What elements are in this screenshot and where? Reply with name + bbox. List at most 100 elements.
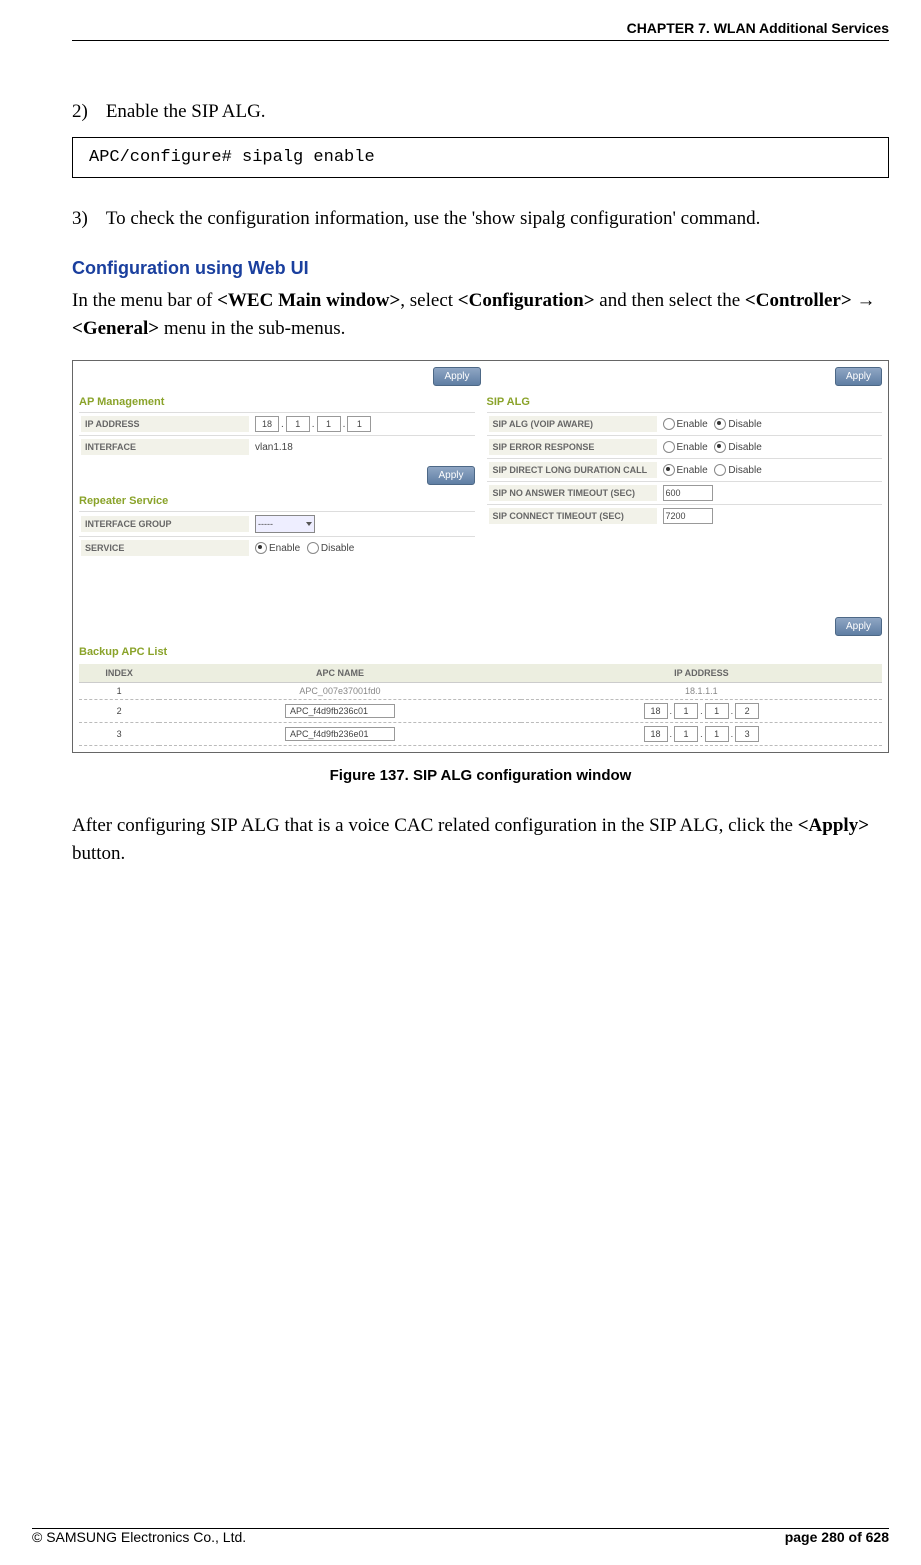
row2-name-input[interactable]: APC_f4d9fb236c01 <box>285 704 395 718</box>
sip-err-row: SIP ERROR RESPONSE Enable Disable <box>487 435 883 458</box>
interface-group-row: INTERFACE GROUP ----- <box>79 511 475 536</box>
apply-post: button. <box>72 843 125 864</box>
row2-ip3[interactable]: 1 <box>705 703 729 719</box>
service-row: SERVICE Enable Disable <box>79 536 475 559</box>
sip-long-row: SIP DIRECT LONG DURATION CALL Enable Dis… <box>487 458 883 481</box>
row1-index: 1 <box>79 683 159 700</box>
step-3-text: To check the configuration information, … <box>106 208 761 230</box>
nav-configuration: <Configuration> <box>458 290 595 311</box>
interface-group-value: ----- <box>258 519 273 529</box>
table-row: 3 APC_f4d9fb236e01 18. 1. 1. 3 <box>79 723 882 746</box>
ip-octet-1[interactable]: 18 <box>255 416 279 432</box>
table-row: 1 APC_007e37001fd0 18.1.1.1 <box>79 683 882 700</box>
apply-button-sip[interactable]: Apply <box>835 617 882 636</box>
interface-label: INTERFACE <box>81 439 249 455</box>
sip-conn-label: SIP CONNECT TIMEOUT (SEC) <box>489 508 657 524</box>
col-index: INDEX <box>79 664 159 683</box>
code-line: APC/configure# sipalg enable <box>89 148 375 167</box>
sip-voip-enable-label: Enable <box>677 419 708 430</box>
row2-ip2[interactable]: 1 <box>674 703 698 719</box>
row2-ip1[interactable]: 18 <box>644 703 668 719</box>
page-footer: © SAMSUNG Electronics Co., Ltd. page 280… <box>32 1524 889 1545</box>
section-heading-config-web-ui: Configuration using Web UI <box>72 258 889 279</box>
step-3-number: 3) <box>72 208 88 230</box>
table-row: 2 APC_f4d9fb236c01 18. 1. 1. 2 <box>79 700 882 723</box>
row1-name: APC_007e37001fd0 <box>159 683 520 700</box>
sip-alg-heading: SIP ALG <box>487 396 883 408</box>
nav-pre: In the menu bar of <box>72 290 217 311</box>
repeater-service-heading: Repeater Service <box>79 495 475 507</box>
apply-pre: After configuring SIP ALG that is a voic… <box>72 815 798 836</box>
backup-apc-table: INDEX APC NAME IP ADDRESS 1 APC_007e3700… <box>79 664 882 746</box>
footer-copyright: © SAMSUNG Electronics Co., Ltd. <box>32 1529 246 1545</box>
sip-voip-disable-radio[interactable] <box>714 418 726 430</box>
sip-long-enable-radio[interactable] <box>663 464 675 476</box>
interface-value: vlan1.18 <box>249 442 473 453</box>
sip-voip-disable-label: Disable <box>728 419 761 430</box>
service-disable-radio[interactable] <box>307 542 319 554</box>
footer-page-number: page 280 of 628 <box>785 1529 889 1545</box>
row3-ip2[interactable]: 1 <box>674 726 698 742</box>
sip-voip-label: SIP ALG (VOIP AWARE) <box>489 416 657 432</box>
sip-long-label: SIP DIRECT LONG DURATION CALL <box>489 462 657 478</box>
ip-address-row: IP ADDRESS 18. 1. 1. 1 <box>79 412 475 435</box>
backup-apc-heading: Backup APC List <box>79 646 882 658</box>
page-header: CHAPTER 7. WLAN Additional Services <box>72 20 889 40</box>
row3-index: 3 <box>79 723 159 746</box>
sip-conn-input[interactable]: 7200 <box>663 508 713 524</box>
interface-row: INTERFACE vlan1.18 <box>79 435 475 458</box>
code-block: APC/configure# sipalg enable <box>72 137 889 178</box>
ip-octet-2[interactable]: 1 <box>286 416 310 432</box>
row1-ip: 18.1.1.1 <box>521 683 882 700</box>
sip-err-enable-radio[interactable] <box>663 441 675 453</box>
nav-post: menu in the sub-menus. <box>159 318 345 339</box>
sip-voip-row: SIP ALG (VOIP AWARE) Enable Disable <box>487 412 883 435</box>
step-2-number: 2) <box>72 101 88 123</box>
apply-button-top-left[interactable]: Apply <box>433 367 480 386</box>
ap-management-heading: AP Management <box>79 396 475 408</box>
row3-ip3[interactable]: 1 <box>705 726 729 742</box>
service-enable-label: Enable <box>269 543 300 554</box>
sip-voip-enable-radio[interactable] <box>663 418 675 430</box>
chevron-down-icon <box>306 522 312 526</box>
apply-button-ap[interactable]: Apply <box>427 466 474 485</box>
header-rule <box>72 40 889 41</box>
ip-address-label: IP ADDRESS <box>81 416 249 432</box>
step-2-text: Enable the SIP ALG. <box>106 101 266 123</box>
sip-err-label: SIP ERROR RESPONSE <box>489 439 657 455</box>
sip-err-disable-radio[interactable] <box>714 441 726 453</box>
service-enable-radio[interactable] <box>255 542 267 554</box>
service-disable-label: Disable <box>321 543 354 554</box>
nav-controller: <Controller> <box>745 290 852 311</box>
sip-noans-label: SIP NO ANSWER TIMEOUT (SEC) <box>489 485 657 501</box>
sip-long-enable-label: Enable <box>677 465 708 476</box>
sip-conn-row: SIP CONNECT TIMEOUT (SEC) 7200 <box>487 504 883 527</box>
step-2: 2) Enable the SIP ALG. <box>72 101 889 123</box>
interface-group-label: INTERFACE GROUP <box>81 516 249 532</box>
sip-noans-input[interactable]: 600 <box>663 485 713 501</box>
apply-instruction: After configuring SIP ALG that is a voic… <box>72 812 889 867</box>
nav-mid1: , select <box>400 290 458 311</box>
sip-noans-row: SIP NO ANSWER TIMEOUT (SEC) 600 <box>487 481 883 504</box>
sip-long-disable-radio[interactable] <box>714 464 726 476</box>
row3-ip1[interactable]: 18 <box>644 726 668 742</box>
apply-button-top-right[interactable]: Apply <box>835 367 882 386</box>
col-apc-name: APC NAME <box>159 664 520 683</box>
nav-general: <General> <box>72 318 159 339</box>
row2-ip4[interactable]: 2 <box>735 703 759 719</box>
nav-wec: <WEC Main window> <box>217 290 400 311</box>
sip-err-disable-label: Disable <box>728 442 761 453</box>
row2-index: 2 <box>79 700 159 723</box>
step-3: 3) To check the configuration informatio… <box>72 208 889 230</box>
ip-octet-4[interactable]: 1 <box>347 416 371 432</box>
row3-name-input[interactable]: APC_f4d9fb236e01 <box>285 727 395 741</box>
service-label: SERVICE <box>81 540 249 556</box>
apply-bold: <Apply> <box>798 815 869 836</box>
sip-long-disable-label: Disable <box>728 465 761 476</box>
row3-ip4[interactable]: 3 <box>735 726 759 742</box>
nav-arrow: → <box>852 290 876 311</box>
interface-group-select[interactable]: ----- <box>255 515 315 533</box>
ip-octet-3[interactable]: 1 <box>317 416 341 432</box>
config-screenshot: Apply Apply AP Management IP ADDRESS 18.… <box>72 360 889 753</box>
nav-mid2: and then select the <box>595 290 745 311</box>
